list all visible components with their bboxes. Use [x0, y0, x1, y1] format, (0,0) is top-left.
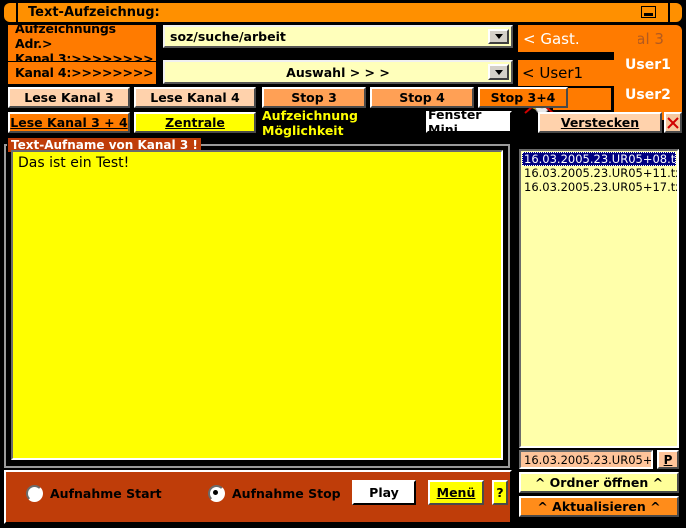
close-x-icon[interactable]: [664, 112, 682, 133]
groupbox-bottom-border: [4, 466, 510, 468]
user1-button[interactable]: < User1: [518, 60, 618, 86]
radio-record-stop[interactable]: Aufnahme Stop: [208, 483, 368, 503]
groupbox-right-border: [508, 144, 510, 468]
user1-label[interactable]: User1: [620, 52, 686, 78]
read-channel4-button[interactable]: Lese Kanal 4: [134, 87, 256, 108]
menu-button[interactable]: Menü: [428, 480, 484, 505]
read-channel34-button[interactable]: Lese Kanal 3 + 4: [8, 112, 130, 133]
path-combobox-value: soz/suche/arbeit: [170, 29, 286, 44]
stop4-button[interactable]: Stop 4: [370, 87, 474, 108]
titlebar-right-cap: [670, 3, 682, 22]
radio-record-stop-indicator: [208, 484, 225, 502]
channel4-label: Kanal 4:>>>>>>>>: [8, 62, 156, 84]
fenster-mini-button[interactable]: Fenster Mini: [426, 107, 512, 137]
radio-record-start-label: Aufnahme Start: [50, 485, 162, 501]
print-button-label: P: [663, 452, 673, 467]
stop34-button[interactable]: Stop 3+4: [478, 87, 568, 108]
refresh-button[interactable]: ^ Aktualisieren ^: [519, 496, 679, 517]
radio-record-stop-label: Aufnahme Stop: [232, 485, 341, 501]
file-listbox[interactable]: 16.03.2005.23.UR05+08.txt 16.03.2005.23.U…: [519, 149, 679, 448]
open-folder-button[interactable]: ^ Ordner öffnen ^: [519, 472, 679, 493]
groupbox-top-border: [150, 144, 510, 146]
chevron-down-icon[interactable]: [488, 64, 509, 80]
titlebar-left-cap: [4, 3, 16, 22]
recording-address-channel3-label: Aufzeichnungs Adr.> Kanal 3:>>>>>>>>: [8, 21, 156, 66]
list-item[interactable]: 16.03.2005.23.UR05+11.txt: [522, 166, 677, 180]
help-button[interactable]: ?: [492, 480, 508, 505]
radio-record-start[interactable]: Aufnahme Start: [26, 483, 186, 503]
chevron-down-icon[interactable]: [488, 29, 509, 44]
play-button-label: Play: [369, 485, 399, 500]
menu-button-label: Menü: [436, 485, 476, 500]
stop3-button[interactable]: Stop 3: [262, 87, 366, 108]
zentrale-button[interactable]: Zentrale: [134, 112, 256, 133]
selection-combobox-value: Auswahl > > >: [286, 64, 390, 80]
guest-button[interactable]: < Gast.: [518, 25, 638, 52]
play-button[interactable]: Play: [352, 480, 416, 505]
path-combobox[interactable]: soz/suche/arbeit: [163, 25, 513, 48]
groupbox-left-border: [4, 144, 6, 468]
application-window: Text-Aufzeichnug: Aufzeichnungs Adr.> Ka…: [0, 0, 686, 528]
read-channel34-label: Lese Kanal 3 + 4: [10, 115, 128, 130]
window-title: Text-Aufzeichnug:: [28, 5, 160, 20]
user2-label[interactable]: User2: [620, 82, 686, 108]
list-item[interactable]: 16.03.2005.23.UR05+08.txt: [522, 152, 677, 166]
radio-record-start-indicator: [26, 484, 43, 502]
selection-combobox[interactable]: Auswahl > > >: [163, 60, 513, 84]
recording-address-line1: Aufzeichnungs Adr.>: [15, 20, 116, 51]
current-filename-field[interactable]: 16.03.2005.23.UR05+08.: [519, 450, 653, 469]
zentrale-label: Zentrale: [165, 115, 225, 130]
text-recording-area[interactable]: Das ist ein Test!: [11, 150, 503, 460]
print-button[interactable]: P: [657, 450, 679, 469]
verstecken-button[interactable]: Verstecken: [538, 112, 662, 133]
recording-possibility-label: Aufzeichnung Möglichkeit: [262, 107, 359, 138]
list-item[interactable]: 16.03.2005.23.UR05+17.txt: [522, 180, 677, 194]
minimize-icon[interactable]: [641, 6, 656, 18]
channel4-text: Kanal 4:>>>>>>>>: [15, 65, 154, 80]
verstecken-label: Verstecken: [560, 115, 640, 130]
read-channel3-button[interactable]: Lese Kanal 3: [8, 87, 130, 108]
